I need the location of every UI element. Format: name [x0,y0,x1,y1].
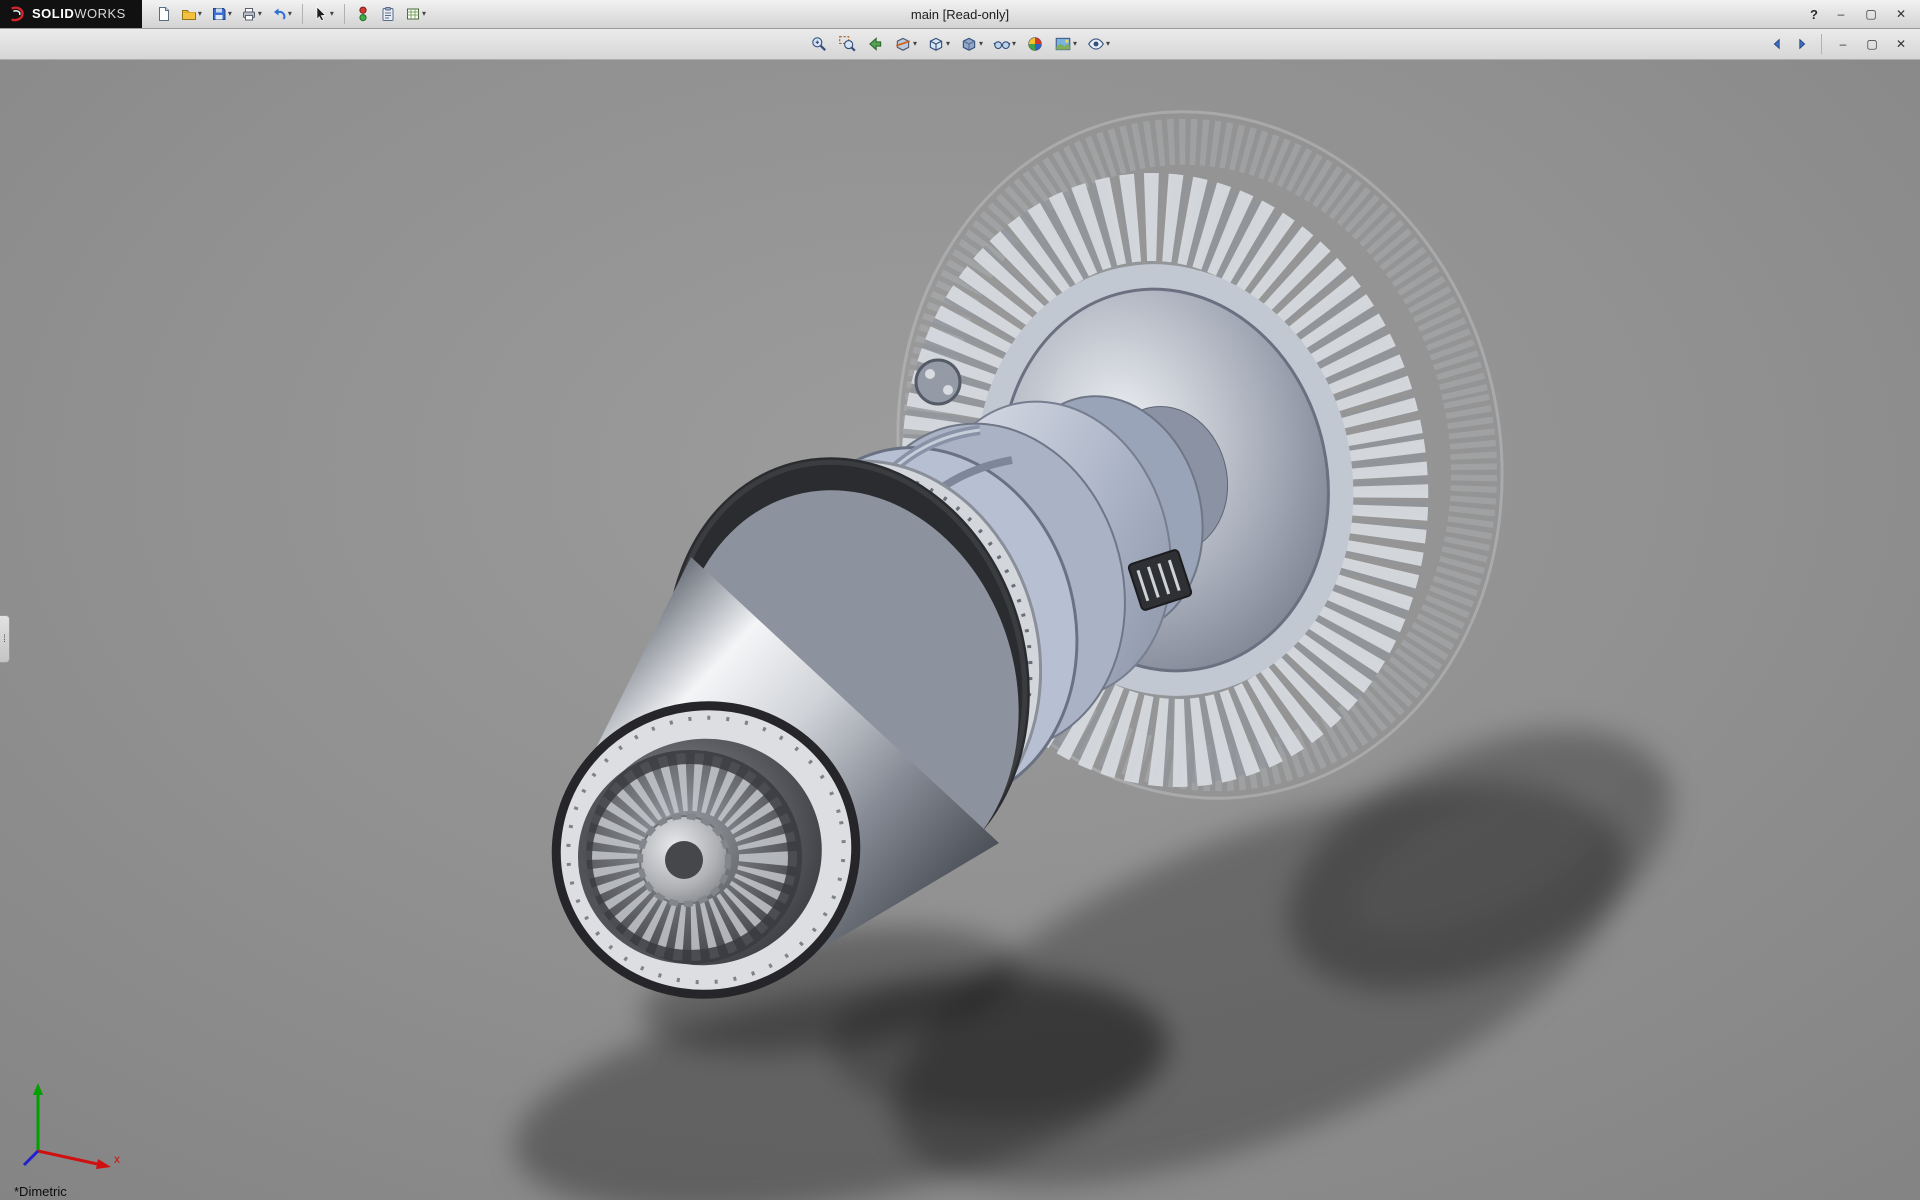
app-close-button[interactable]: ✕ [1888,3,1914,25]
save-button[interactable]: ▾ [207,1,236,27]
chevron-down-icon[interactable]: ▾ [422,10,426,18]
new-document-button[interactable] [152,1,176,27]
chevron-down-icon[interactable]: ▾ [946,40,950,48]
heads-up-view-toolbar: ▾ ▾ ▾ ▾ ▾ ▾ – ▢ ✕ [0,29,1920,60]
doc-close-button[interactable]: ✕ [1888,33,1914,55]
brand-solid: SOLID [32,6,74,21]
reference-triad: x [14,1071,134,1181]
collapse-right-button[interactable] [1791,30,1813,58]
open-button[interactable]: ▾ [177,1,206,27]
display-style-button[interactable]: ▾ [956,30,987,58]
app-minimize-button[interactable]: – [1828,3,1854,25]
main-toolbar: ▾ ▾ ▾ ▾ ▾ ▾ [152,1,430,27]
collapse-left-button[interactable] [1766,30,1788,58]
view-orientation-button[interactable]: ▾ [923,30,954,58]
document-title: main [Read-only] [911,0,1009,28]
print-button[interactable]: ▾ [237,1,266,27]
left-panel-splitter[interactable]: ⁞ [0,615,10,663]
toolbar-separator [302,4,303,24]
solidworks-logo-icon [8,5,26,23]
undo-button[interactable]: ▾ [267,1,296,27]
zoom-to-fit-button[interactable] [806,30,832,58]
chevron-down-icon[interactable]: ▾ [913,40,917,48]
chevron-down-icon[interactable]: ▾ [1012,40,1016,48]
chevron-down-icon[interactable]: ▾ [288,10,292,18]
toolbar-separator [344,4,345,24]
doc-restore-button[interactable]: ▢ [1859,33,1885,55]
chevron-down-icon[interactable]: ▾ [1106,40,1110,48]
file-properties-button[interactable] [376,1,400,27]
title-bar: SOLIDWORKS ▾ ▾ ▾ ▾ ▾ ▾ main [Read-only] … [0,0,1920,29]
chevron-down-icon[interactable]: ▾ [258,10,262,18]
chevron-down-icon[interactable]: ▾ [1073,40,1077,48]
apply-scene-button[interactable]: ▾ [1050,30,1081,58]
toolbar-separator [1821,34,1822,54]
chevron-down-icon[interactable]: ▾ [330,10,334,18]
hide-show-items-button[interactable]: ▾ [989,30,1020,58]
section-view-button[interactable]: ▾ [890,30,921,58]
chevron-down-icon[interactable]: ▾ [228,10,232,18]
solidworks-brand: SOLIDWORKS [0,0,142,28]
help-button[interactable]: ? [1804,4,1824,24]
view-settings-button[interactable]: ▾ [1083,30,1114,58]
engine-model [0,60,1920,1200]
doc-minimize-button[interactable]: – [1830,33,1856,55]
zoom-to-area-button[interactable] [834,30,860,58]
rebuild-stoplight-button[interactable] [351,1,375,27]
select-button[interactable]: ▾ [309,1,338,27]
chevron-down-icon[interactable]: ▾ [979,40,983,48]
app-maximize-button[interactable]: ▢ [1858,3,1884,25]
brand-works: WORKS [74,6,126,21]
edit-appearance-button[interactable] [1022,30,1048,58]
graphics-viewport[interactable]: x *Dimetric ⁞ [0,60,1920,1200]
previous-view-button[interactable] [862,30,888,58]
chevron-down-icon[interactable]: ▾ [198,10,202,18]
document-window-controls: – ▢ ✕ [1766,29,1914,59]
options-sheet-button[interactable]: ▾ [401,1,430,27]
view-orientation-label: *Dimetric [14,1184,67,1199]
triad-x-label: x [114,1152,120,1166]
app-window-controls: ? – ▢ ✕ [1804,0,1914,28]
